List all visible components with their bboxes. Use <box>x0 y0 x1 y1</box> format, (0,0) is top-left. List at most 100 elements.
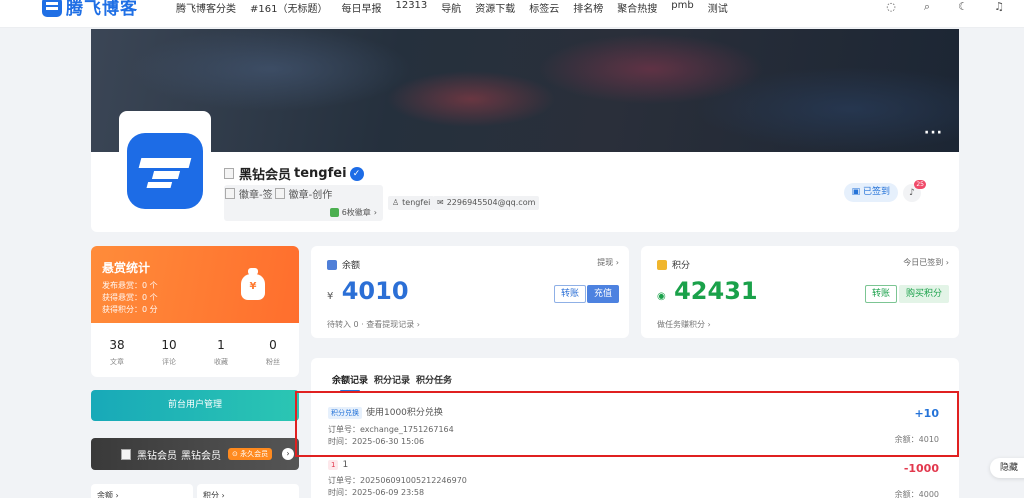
checked-in-today-link[interactable]: 今日已签到 › <box>903 257 949 268</box>
vip-membership-card[interactable]: 黑钻会员 黑钻会员 ⊙ 永久会员 › <box>91 438 299 470</box>
vip-card-alt: 黑钻会员 <box>137 450 177 462</box>
mini-points-label: 积分 <box>203 491 219 498</box>
nav-item[interactable]: 测试 <box>708 0 728 15</box>
earn-points-link[interactable]: 做任务赚积分 › <box>657 319 711 330</box>
balance-title: 余额 <box>327 258 360 271</box>
nav-item[interactable]: 聚合热搜 <box>617 0 657 15</box>
user-id-text: tengfei <box>402 198 431 207</box>
record-amount: -1000 <box>903 462 939 475</box>
balance-card: 余额 提现 › ¥ 4010 转账 充值 待转入 0 · 查看提现记录 › <box>311 246 629 338</box>
record-tag: 1 <box>328 460 339 470</box>
checked-in-today-text: 今日已签到 <box>903 258 944 267</box>
site-logo[interactable]: 腾飞博客 <box>42 0 138 19</box>
stat-followers[interactable]: 0 粉丝 <box>247 323 299 377</box>
chevron-right-icon[interactable]: › <box>282 448 294 460</box>
record-time: 时间：2025-06-09 23:58 <box>328 488 425 497</box>
mail-icon: ✉ <box>437 198 444 207</box>
verified-icon: ✓ <box>349 166 364 181</box>
username: tengfei <box>294 166 347 181</box>
nav-item[interactable]: 导航 <box>441 0 461 15</box>
hide-sidebar-button[interactable]: 隐藏 <box>990 458 1024 478</box>
more-options-icon[interactable]: ··· <box>924 125 943 141</box>
points-amount: ◉ 42431 <box>657 277 758 305</box>
stat-value: 1 <box>217 338 225 352</box>
top-icon-group: ◌ ⌕ ☾ ♫ <box>884 0 1006 14</box>
search-icon[interactable]: ⌕ <box>920 0 934 14</box>
points-card: 积分 今日已签到 › ◉ 42431 转账 购买积分 做任务赚积分 › <box>641 246 959 338</box>
bounty-title: 悬赏统计 <box>102 261 151 275</box>
record-desc: 1 <box>342 460 349 470</box>
nav-item[interactable]: #161（无标题） <box>250 0 327 15</box>
stat-label: 粉丝 <box>266 358 280 366</box>
stat-label: 评论 <box>162 358 176 366</box>
avatar[interactable] <box>127 133 203 209</box>
stat-value: 0 <box>269 338 277 352</box>
notification-count-badge: 25 <box>914 180 926 189</box>
stat-label: 收藏 <box>214 358 228 366</box>
badge-alt: 徽章-创作 <box>288 190 333 201</box>
vip-alt-text: 黑钻会员 <box>239 168 292 183</box>
badge-alt: 徽章-签 <box>239 190 273 201</box>
username-line: 黑钻会员 tengfei ✓ <box>224 164 364 183</box>
earn-points-text: 做任务赚积分 <box>657 320 705 329</box>
vip-card-text: 黑钻会员 <box>181 450 221 462</box>
vip-image-icon <box>121 448 131 460</box>
nav-item[interactable]: 腾飞博客分类 <box>176 0 236 15</box>
bulb-icon[interactable]: ◌ <box>884 0 898 14</box>
stat-comments[interactable]: 10 评论 <box>143 323 195 377</box>
frontend-user-admin-button[interactable]: 前台用户管理 <box>91 390 299 421</box>
nav-item[interactable]: pmb <box>671 0 693 14</box>
notification-bell-icon[interactable]: ♫ <box>992 0 1006 14</box>
logo-icon <box>42 0 62 17</box>
points-title: 积分 <box>657 258 690 271</box>
buy-points-button[interactable]: 购买积分 <box>898 285 949 303</box>
checked-in-button[interactable]: ▣ 已签到 <box>843 183 898 202</box>
bounty-received: 获得悬赏：0 个 <box>102 293 158 302</box>
mini-balance-card[interactable]: 余额 › <box>91 484 193 498</box>
tab-points-tasks[interactable]: 积分任务 <box>416 373 452 386</box>
gem-icon <box>329 208 339 217</box>
records-tabs: 余额记录 积分记录 积分任务 <box>332 373 452 392</box>
balance-title-text: 余额 <box>342 261 361 271</box>
badge-count[interactable]: 6枚徽章 › <box>329 207 377 218</box>
profile-card: 黑钻会员 tengfei ✓ 徽章-签 徽章-创作 6枚徽章 › ♙ tengf… <box>91 111 959 232</box>
bounty-points: 获得积分：0 分 <box>102 305 158 314</box>
bounty-stats-card: 悬赏统计 发布悬赏：0 个 获得悬赏：0 个 获得积分：0 分 ¥ <box>91 246 299 323</box>
nav-item[interactable]: 标签云 <box>529 0 559 15</box>
highlight-box <box>295 391 959 457</box>
stat-value: 10 <box>161 338 177 352</box>
points-title-text: 积分 <box>672 261 691 271</box>
tab-balance-records[interactable]: 余额记录 <box>332 373 368 392</box>
nav-item[interactable]: 每日早报 <box>341 0 381 15</box>
balance-transfer-button[interactable]: 转账 <box>553 285 586 303</box>
theme-moon-icon[interactable]: ☾ <box>956 0 970 14</box>
badge-count-label: 6枚徽章 <box>341 208 371 217</box>
email-text: 2296945504@qq.com <box>446 198 536 207</box>
recharge-button[interactable]: 充值 <box>586 285 619 303</box>
nav-item[interactable]: 排名榜 <box>573 0 603 15</box>
pending-withdraw-text: 待转入 0 · 查看提现记录 <box>327 320 415 329</box>
logo-text: 腾飞博客 <box>66 0 138 19</box>
stat-articles[interactable]: 38 文章 <box>91 323 143 377</box>
badge-image-icon <box>225 188 235 199</box>
stat-favorites[interactable]: 1 收藏 <box>195 323 247 377</box>
profile-bell-button[interactable]: ♪ 25 <box>903 180 926 202</box>
tab-points-records[interactable]: 积分记录 <box>374 373 410 386</box>
stat-label: 文章 <box>110 358 124 366</box>
nav-item[interactable]: 12313 <box>395 0 427 14</box>
mini-points-card[interactable]: 积分 › <box>197 484 299 498</box>
lifetime-member-text: 永久会员 <box>240 450 269 458</box>
withdraw-link[interactable]: 提现 › <box>597 257 619 268</box>
money-bag-icon: ¥ <box>241 268 265 300</box>
record-balance: 余额：4000 <box>894 490 939 498</box>
badges-row: 徽章-签 徽章-创作 <box>225 186 332 201</box>
coins-icon: ◉ <box>657 291 666 302</box>
pending-withdraw-link[interactable]: 待转入 0 · 查看提现记录 › <box>327 319 420 330</box>
points-transfer-button[interactable]: 转账 <box>864 285 897 303</box>
badges-box[interactable]: 徽章-签 徽章-创作 6枚徽章 › <box>224 185 383 221</box>
avatar-frame <box>119 111 211 209</box>
top-navbar: 腾飞博客 腾飞博客分类 #161（无标题） 每日早报 12313 导航 资源下载… <box>0 0 1024 28</box>
points-value: 42431 <box>674 277 758 305</box>
nav-item[interactable]: 资源下载 <box>475 0 515 15</box>
badge-image-icon <box>274 188 285 199</box>
